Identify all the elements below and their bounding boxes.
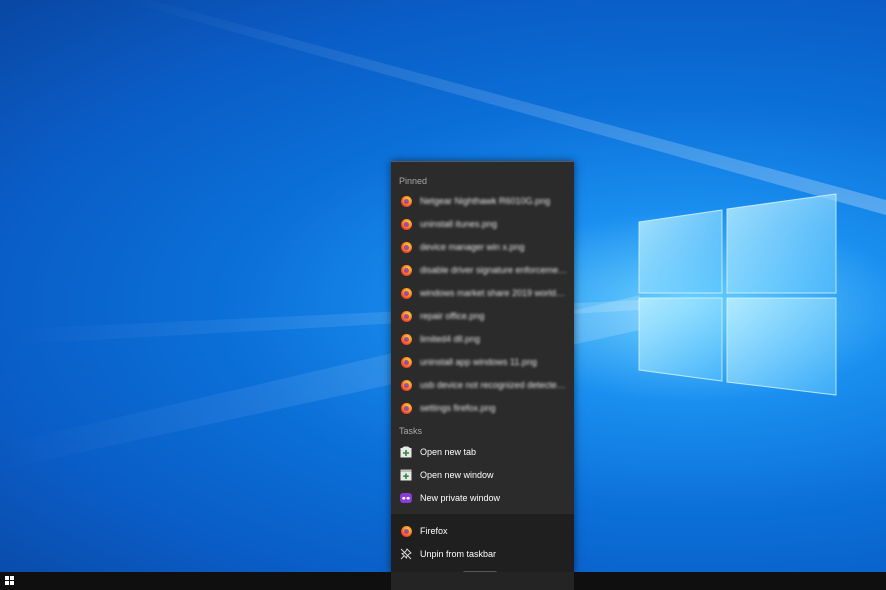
- unpin-icon: [400, 548, 412, 560]
- pinned-item[interactable]: settings firefox.png: [391, 397, 574, 419]
- pinned-item[interactable]: uninstall itunes.png: [391, 213, 574, 235]
- firefox-icon: [400, 287, 412, 299]
- task-open-new-tab[interactable]: Open new tab: [391, 441, 574, 463]
- pinned-section-title: Pinned: [399, 176, 428, 186]
- firefox-jump-list: Pinned Netgear Nighthawk R6010G.png unin…: [391, 161, 574, 574]
- pinned-item[interactable]: limited4 dll.png: [391, 328, 574, 350]
- pinned-item[interactable]: repair office.png: [391, 305, 574, 327]
- firefox-icon: [400, 218, 412, 230]
- firefox-icon: [400, 264, 412, 276]
- pinned-item[interactable]: windows market share 2019 worldwide.png: [391, 282, 574, 304]
- firefox-icon: [400, 356, 412, 368]
- taskbar: [0, 572, 886, 590]
- new-tab-icon: [400, 446, 412, 458]
- task-new-private-window[interactable]: New private window: [391, 487, 574, 509]
- firefox-icon: [400, 333, 412, 345]
- unpin-from-taskbar[interactable]: Unpin from taskbar: [391, 543, 574, 565]
- tasks-section-title: Tasks: [399, 426, 423, 436]
- pinned-item[interactable]: usb device not recognized detected.png: [391, 374, 574, 396]
- taskbar-firefox-active[interactable]: [391, 572, 574, 590]
- pinned-item[interactable]: Netgear Nighthawk R6010G.png: [391, 190, 574, 212]
- firefox-icon: [400, 525, 412, 537]
- pinned-item[interactable]: disable driver signature enforcement.png: [391, 259, 574, 281]
- firefox-icon: [400, 402, 412, 414]
- firefox-icon: [400, 310, 412, 322]
- jump-list-footer: Firefox Unpin from taskbar: [391, 514, 574, 573]
- task-open-new-window[interactable]: Open new window: [391, 464, 574, 486]
- firefox-icon: [400, 241, 412, 253]
- pinned-item[interactable]: device manager win x.png: [391, 236, 574, 258]
- windows-start-icon[interactable]: [5, 576, 15, 586]
- launch-firefox[interactable]: Firefox: [391, 520, 574, 542]
- firefox-icon: [400, 195, 412, 207]
- new-window-icon: [400, 469, 412, 481]
- firefox-icon: [400, 379, 412, 391]
- pinned-item[interactable]: uninstall app windows 11.png: [391, 351, 574, 373]
- private-window-icon: [400, 492, 412, 504]
